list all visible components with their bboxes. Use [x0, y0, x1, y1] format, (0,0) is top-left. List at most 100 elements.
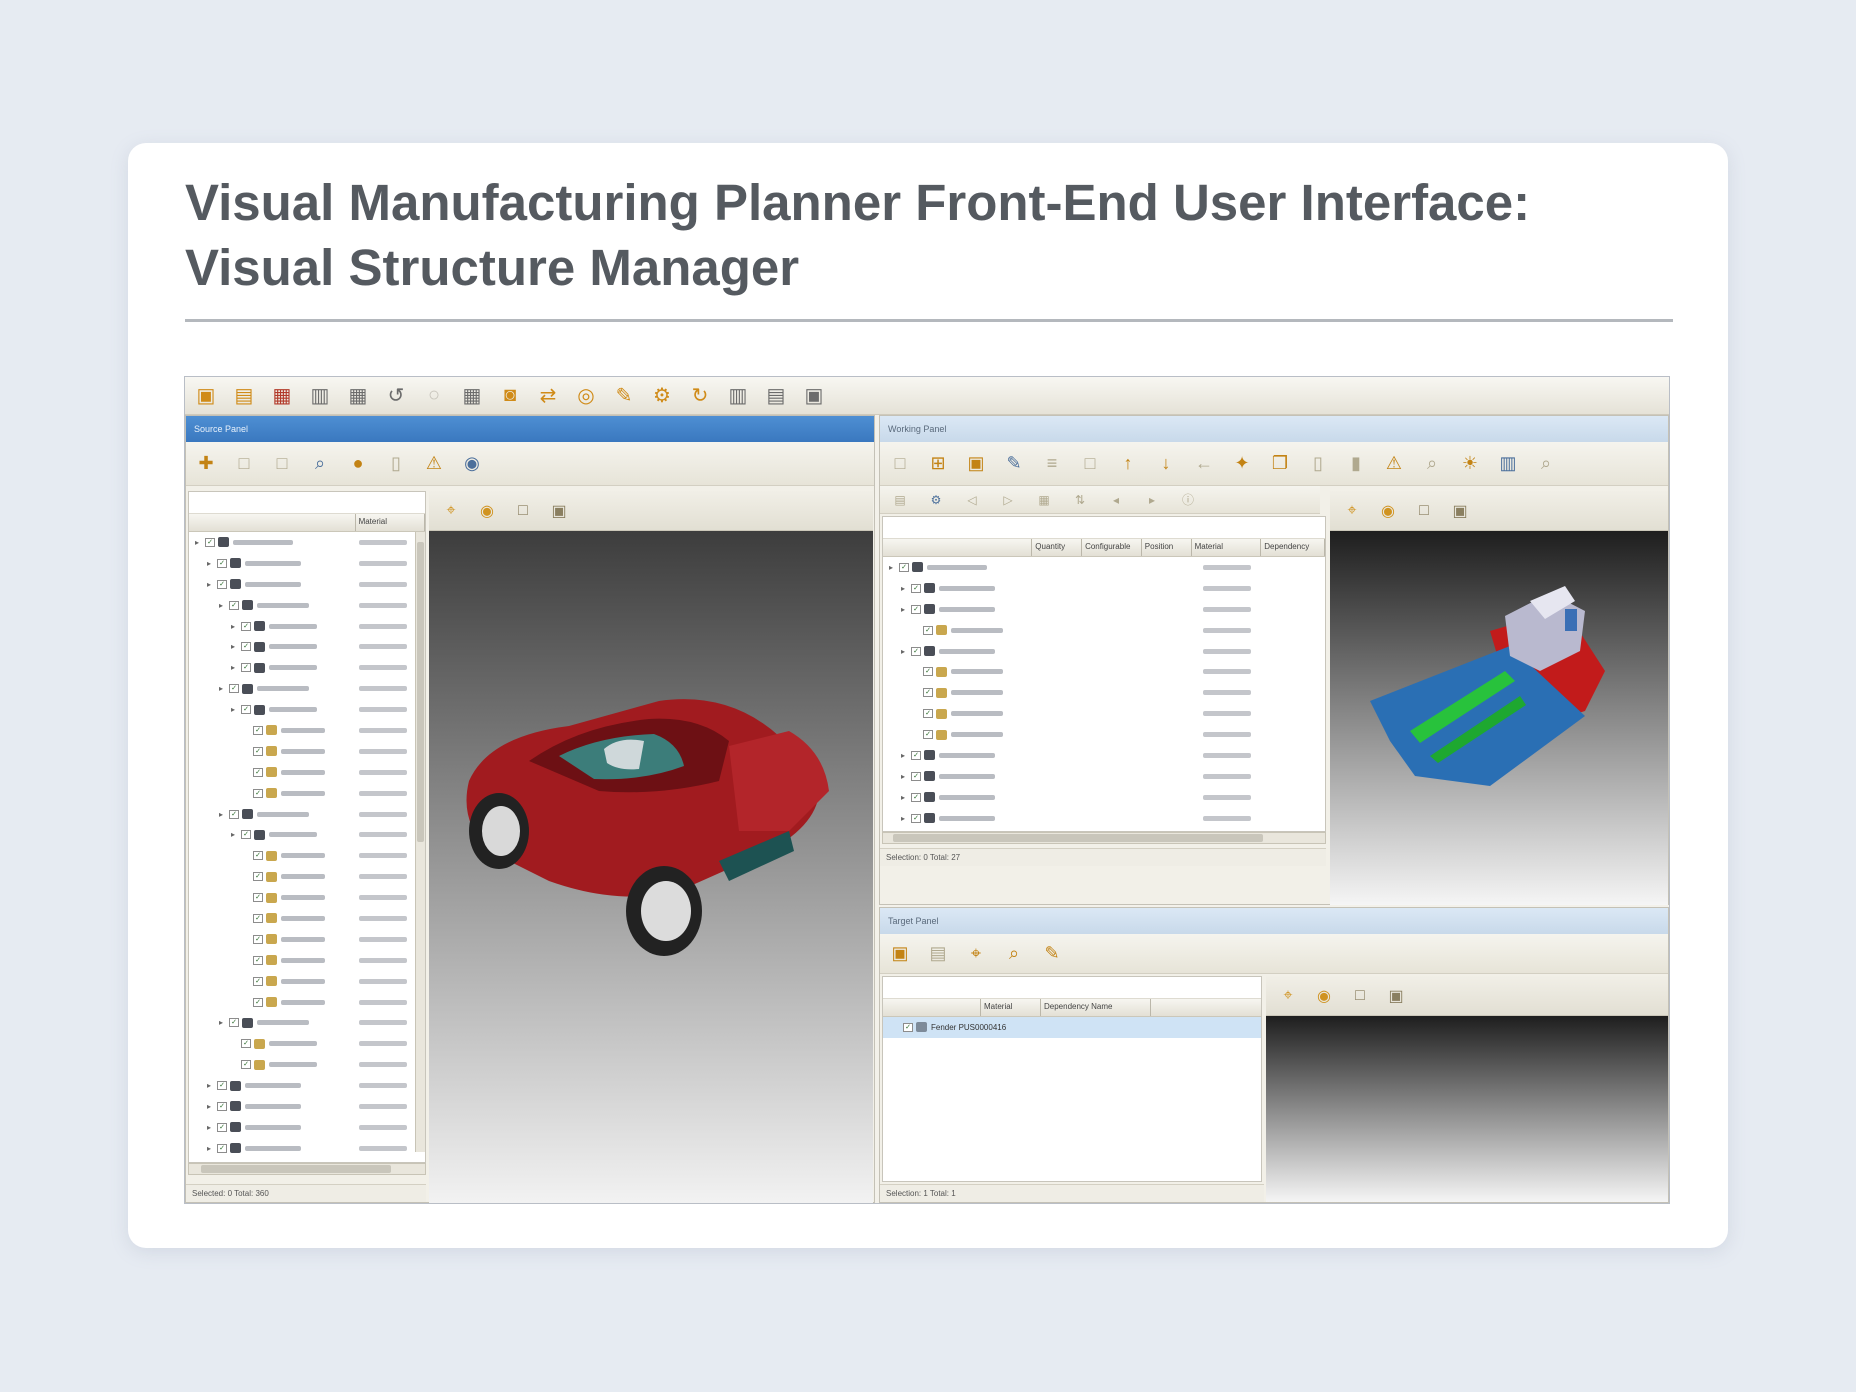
barcode-icon[interactable]: ▥: [1494, 450, 1522, 478]
expand-toggle-icon[interactable]: ▸: [207, 1144, 217, 1153]
tree-row[interactable]: ▸ ✓: [883, 599, 1325, 620]
target-row[interactable]: ✓ Fender PUS0000416: [883, 1017, 1261, 1038]
tree-row[interactable]: ✓: [189, 950, 425, 971]
bookmark-icon[interactable]: ▮: [1342, 450, 1370, 478]
blank2-icon[interactable]: □: [268, 450, 296, 478]
expand-toggle-icon[interactable]: ▸: [231, 705, 241, 714]
tree-row[interactable]: ▸ ✓: [189, 678, 425, 699]
row-checkbox[interactable]: ✓: [899, 562, 909, 572]
row-checkbox[interactable]: ✓: [241, 663, 251, 673]
find-icon[interactable]: ⌕: [1000, 940, 1028, 968]
tree-row[interactable]: ✓: [883, 682, 1325, 703]
warning-icon[interactable]: ⚠: [1380, 450, 1408, 478]
tree-row[interactable]: ✓: [189, 992, 425, 1013]
arrow-left-icon[interactable]: ←: [1190, 450, 1218, 478]
note-icon[interactable]: ▯: [382, 450, 410, 478]
eye-icon[interactable]: ◉: [475, 499, 499, 523]
working-3d-viewport[interactable]: ⌖ ◉ □ ▣: [1330, 491, 1668, 905]
row-checkbox[interactable]: ✓: [253, 997, 263, 1007]
refresh-icon[interactable]: ↻: [685, 382, 715, 410]
row-checkbox[interactable]: ✓: [911, 771, 921, 781]
expand-toggle-icon[interactable]: ▸: [901, 772, 911, 781]
row-checkbox[interactable]: ✓: [253, 955, 263, 965]
tree-row[interactable]: ✓: [189, 1054, 425, 1075]
column-header-0[interactable]: [883, 539, 1033, 556]
tree-row[interactable]: ▸ ✓: [883, 641, 1325, 662]
camera-icon[interactable]: ◙: [495, 382, 525, 410]
row-checkbox[interactable]: ✓: [911, 646, 921, 656]
working-tree-hscroll[interactable]: [882, 832, 1326, 844]
save-icon[interactable]: ▣: [191, 382, 221, 410]
tree-row[interactable]: ▸ ✓: [883, 808, 1325, 829]
column-header-2[interactable]: Dependency Name: [1041, 999, 1151, 1016]
tree-row[interactable]: ▸ ✓: [189, 699, 425, 720]
row-checkbox[interactable]: ✓: [217, 1081, 227, 1091]
expand-toggle-icon[interactable]: ▸: [231, 622, 241, 631]
frame-icon[interactable]: □: [1412, 499, 1436, 523]
row-checkbox[interactable]: ✓: [911, 792, 921, 802]
expand-toggle-icon[interactable]: ▸: [207, 1102, 217, 1111]
row-checkbox[interactable]: ✓: [253, 934, 263, 944]
tree-row[interactable]: ▸ ✓: [883, 787, 1325, 808]
settings-icon[interactable]: ⚙: [922, 486, 950, 514]
column-header-4[interactable]: Material: [1192, 539, 1262, 556]
info-icon[interactable]: ⓘ: [1174, 486, 1202, 514]
grid-icon[interactable]: ▦: [343, 382, 373, 410]
tree-row[interactable]: ▸ ✓: [189, 595, 425, 616]
row-checkbox[interactable]: ✓: [253, 913, 263, 923]
tree-row[interactable]: ▸ ✓: [189, 804, 425, 825]
expand-toggle-icon[interactable]: ▸: [901, 814, 911, 823]
target-tree[interactable]: Material Dependency Name ✓ Fender PUS0000…: [882, 976, 1262, 1182]
folder-icon[interactable]: ▤: [229, 382, 259, 410]
source-3d-viewport[interactable]: ⌖ ◉ □ ▣: [429, 491, 873, 1203]
hierarchy-icon[interactable]: ⊞: [924, 450, 952, 478]
tree-row[interactable]: ✓: [883, 620, 1325, 641]
arrow-down-icon[interactable]: ↓: [1152, 450, 1180, 478]
tree-row[interactable]: ▸ ✓: [189, 616, 425, 637]
row-checkbox[interactable]: ✓: [229, 809, 239, 819]
tree-row[interactable]: ✓: [189, 762, 425, 783]
expand-toggle-icon[interactable]: ▸: [901, 793, 911, 802]
component-icon[interactable]: ✦: [1228, 450, 1256, 478]
row-checkbox[interactable]: ✓: [241, 642, 251, 652]
tree-row[interactable]: ▸ ✓: [883, 557, 1325, 578]
blank-icon[interactable]: □: [230, 450, 258, 478]
expand-toggle-icon[interactable]: ▸: [207, 1081, 217, 1090]
copy-icon[interactable]: ❐: [1266, 450, 1294, 478]
tree-row[interactable]: ✓: [189, 866, 425, 887]
source-tree-vscroll[interactable]: [415, 532, 425, 1152]
tree-row[interactable]: ▸ ✓: [189, 1117, 425, 1138]
prev-icon[interactable]: ◁: [958, 486, 986, 514]
fit-view-icon[interactable]: ⌖: [439, 499, 463, 523]
expand-toggle-icon[interactable]: ▸: [231, 830, 241, 839]
tree-row[interactable]: ✓: [189, 741, 425, 762]
column-header-5[interactable]: Dependency: [1261, 539, 1325, 556]
row-checkbox[interactable]: ✓: [923, 709, 933, 719]
fit-view-icon[interactable]: ⌖: [1340, 499, 1364, 523]
tree-row[interactable]: ▸ ✓: [189, 657, 425, 678]
expand-toggle-icon[interactable]: ▸: [207, 580, 217, 589]
arrow-up-icon[interactable]: ↑: [1114, 450, 1142, 478]
columns-icon[interactable]: ▥: [723, 382, 753, 410]
swap-icon[interactable]: ⇄: [533, 382, 563, 410]
left-icon[interactable]: ◂: [1102, 486, 1130, 514]
tree-row[interactable]: ▸ ✓: [189, 553, 425, 574]
tree-row[interactable]: ▸ ✓: [189, 1012, 425, 1033]
expand-toggle-icon[interactable]: ▸: [219, 810, 229, 819]
column-header-1[interactable]: Material: [981, 999, 1041, 1016]
expand-icon[interactable]: ⌖: [962, 940, 990, 968]
row-checkbox[interactable]: ✓: [923, 625, 933, 635]
redo-icon[interactable]: ○: [419, 382, 449, 410]
undo-icon[interactable]: ↺: [381, 382, 411, 410]
row-checkbox[interactable]: ✓: [923, 730, 933, 740]
row-checkbox[interactable]: ✓: [911, 604, 921, 614]
column-header-0[interactable]: [883, 999, 981, 1016]
fit-view-icon[interactable]: ⌖: [1276, 984, 1300, 1008]
tree-row[interactable]: ✓: [883, 703, 1325, 724]
warning-icon[interactable]: ⚠: [420, 450, 448, 478]
add-icon[interactable]: ✚: [192, 450, 220, 478]
tree-row[interactable]: ▸ ✓: [189, 1096, 425, 1117]
row-checkbox[interactable]: ✓: [253, 725, 263, 735]
tree-row[interactable]: ✓: [189, 783, 425, 804]
list-icon[interactable]: ▤: [924, 940, 952, 968]
